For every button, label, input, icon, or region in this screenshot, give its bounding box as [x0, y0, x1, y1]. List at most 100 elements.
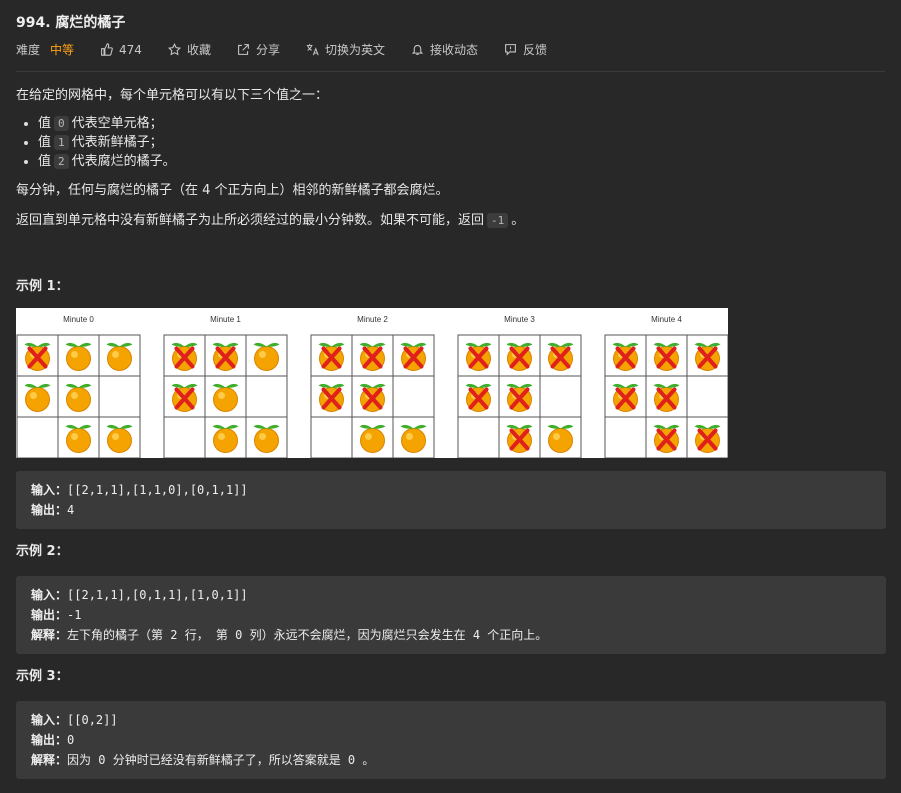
- orange-icon: [213, 387, 238, 412]
- rule-text: 每分钟，任何与腐烂的橘子（在 4 个正方向上）相邻的新鲜橘子都会腐烂。: [16, 183, 449, 198]
- orange-icon: [66, 387, 91, 412]
- favorite-button[interactable]: 收藏: [167, 41, 211, 58]
- list-item-text: 代表空单元格；: [71, 116, 163, 131]
- return-text-end: 。: [511, 213, 525, 228]
- switch-language-button[interactable]: 切换为英文: [306, 41, 385, 58]
- list-item-text: 代表腐烂的橘子。: [71, 154, 176, 169]
- input-label: 输入：: [31, 483, 68, 497]
- minute-label: Minute 2: [357, 315, 388, 324]
- orange-icon: [107, 346, 132, 371]
- example-explanation-line: 解释：因为 0 分钟时已经没有新鲜橘子了，所以答案就是 0 。: [31, 750, 871, 770]
- orange-highlight: [218, 433, 225, 440]
- translate-icon: [306, 43, 319, 56]
- grid-cell: [392, 375, 435, 418]
- problem-description: 在给定的网格中，每个单元格可以有以下三个值之一： 值0代表空单元格； 值1代表新…: [16, 86, 886, 779]
- thumbs-up-icon: [101, 43, 113, 56]
- example-2-code-block: 输入：[[2,1,1],[0,1,1],[1,0,1]] 输出：-1 解释：左下…: [16, 576, 886, 654]
- grid-cell: [16, 416, 59, 459]
- orange-icon: [25, 387, 50, 412]
- example-2-heading: 示例 2：: [16, 544, 69, 559]
- inline-code: 2: [54, 154, 69, 169]
- orange-highlight: [259, 351, 266, 358]
- switch-language-label: 切换为英文: [324, 43, 385, 57]
- example-3-heading: 示例 3：: [16, 669, 69, 684]
- output-value: -1: [67, 608, 82, 622]
- output-label: 输出：: [31, 503, 68, 517]
- example-input-line: 输入：[[2,1,1],[1,1,0],[0,1,1]]: [31, 480, 871, 500]
- list-item: 值1代表新鲜橘子；: [38, 133, 886, 152]
- grid-cell: [457, 416, 500, 459]
- example-output-line: 输出：0: [31, 730, 871, 750]
- minute-grid: Minute 1: [163, 315, 288, 459]
- example-explanation-line: 解释：左下角的橘子（第 2 行， 第 0 列）永远不会腐烂，因为腐烂只会发生在 …: [31, 625, 871, 645]
- example-input-line: 输入：[[0,2]]: [31, 710, 871, 730]
- minute-grid: Minute 0: [16, 315, 141, 459]
- feedback-button[interactable]: 反馈: [504, 41, 547, 58]
- rotting-oranges-figure: Minute 0 Minute 1 Minute 2 Minute 3 Minute 4: [16, 315, 729, 459]
- inline-code: -1: [487, 213, 509, 228]
- output-label: 输出：: [31, 608, 68, 622]
- explanation-value: 左下角的橘子（第 2 行， 第 0 列）永远不会腐烂，因为腐烂只会发生在 4 个…: [67, 628, 548, 642]
- list-item-prefix: 值: [38, 116, 52, 131]
- example-figure: Minute 0 Minute 1 Minute 2 Minute 3 Minute 4: [16, 308, 729, 459]
- value-list: 值0代表空单元格； 值1代表新鲜橘子； 值2代表腐烂的橘子。: [16, 114, 886, 171]
- minute-label: Minute 4: [651, 315, 682, 324]
- grid-cell: [98, 375, 141, 418]
- orange-icon: [401, 428, 426, 453]
- orange-highlight: [259, 433, 266, 440]
- orange-icon: [107, 428, 132, 453]
- explanation-value: 因为 0 分钟时已经没有新鲜橘子了，所以答案就是 0 。: [67, 753, 375, 767]
- intro-text: 在给定的网格中，每个单元格可以有以下三个值之一：: [16, 88, 329, 103]
- return-text-main: 返回直到单元格中没有新鲜橘子为止所必须经过的最小分钟数。如果不可能，返回: [16, 213, 485, 228]
- grid-cell: [604, 416, 647, 459]
- orange-icon: [254, 346, 279, 371]
- orange-highlight: [112, 351, 119, 358]
- difficulty-label: 难度: [16, 43, 41, 57]
- input-value: [[2,1,1],[0,1,1],[1,0,1]]: [67, 588, 248, 602]
- feedback-label: 反馈: [523, 43, 548, 57]
- grid-cell: [163, 416, 206, 459]
- list-item: 值2代表腐烂的橘子。: [38, 152, 886, 171]
- example-input-line: 输入：[[2,1,1],[0,1,1],[1,0,1]]: [31, 585, 871, 605]
- orange-icon: [548, 428, 573, 453]
- example-1-heading: 示例 1：: [16, 279, 69, 294]
- input-value: [[2,1,1],[1,1,0],[0,1,1]]: [67, 483, 248, 497]
- orange-highlight: [406, 433, 413, 440]
- star-icon: [167, 43, 181, 56]
- share-button[interactable]: 分享: [237, 41, 280, 58]
- share-label: 分享: [255, 43, 280, 57]
- like-count: 474: [119, 42, 142, 57]
- minute-label: Minute 3: [504, 315, 535, 324]
- example-3-code-block: 输入：[[0,2]] 输出：0 解释：因为 0 分钟时已经没有新鲜橘子了，所以答…: [16, 701, 886, 779]
- list-item-prefix: 值: [38, 154, 52, 169]
- favorite-label: 收藏: [186, 43, 211, 57]
- header-divider: [16, 71, 885, 72]
- inline-code: 1: [54, 135, 69, 150]
- grid-cell: [686, 375, 729, 418]
- grid-cell: [245, 375, 288, 418]
- subscribe-label: 接收动态: [429, 43, 478, 57]
- example-output-line: 输出：-1: [31, 605, 871, 625]
- example-output-line: 输出：4: [31, 500, 871, 520]
- orange-icon: [254, 428, 279, 453]
- output-value: 0: [67, 733, 75, 747]
- input-value: [[0,2]]: [67, 713, 118, 727]
- grid-cell: [310, 416, 353, 459]
- output-value: 4: [67, 503, 75, 517]
- bell-icon: [411, 44, 424, 55]
- orange-highlight: [30, 392, 37, 399]
- orange-icon: [213, 428, 238, 453]
- grid-cell: [539, 375, 582, 418]
- inline-code: 0: [54, 116, 69, 131]
- problem-meta-bar: 难度 中等 474 收藏 分享 切换为英文 接收动态 反馈: [16, 41, 573, 58]
- minute-label: Minute 0: [63, 315, 94, 324]
- subscribe-button[interactable]: 接收动态: [411, 41, 478, 58]
- explanation-label: 解释：: [31, 753, 68, 767]
- like-button[interactable]: 474: [100, 43, 142, 57]
- minute-grid: Minute 3: [457, 315, 582, 459]
- feedback-icon: [505, 44, 516, 56]
- orange-highlight: [218, 392, 225, 399]
- problem-title: 994. 腐烂的橘子: [16, 15, 126, 31]
- orange-icon: [66, 346, 91, 371]
- orange-highlight: [71, 433, 78, 440]
